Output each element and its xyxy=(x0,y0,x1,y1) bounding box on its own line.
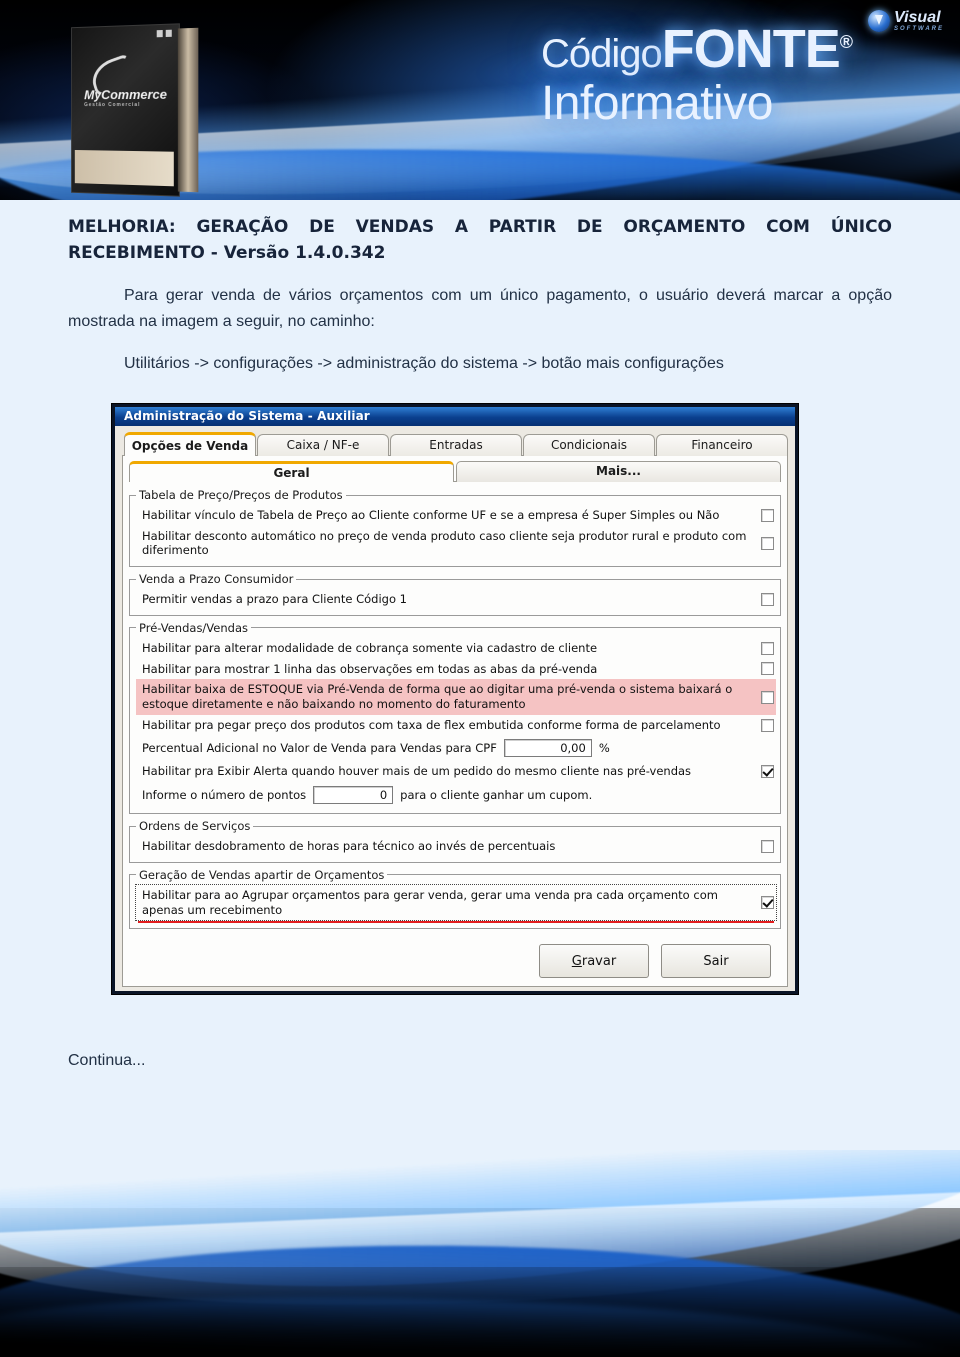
label-percentual-adicional: Percentual Adicional no Valor de Venda p… xyxy=(142,741,497,756)
tab-financeiro[interactable]: Financeiro xyxy=(656,434,788,456)
tab-panel-opcoes-de-venda: Geral Mais... Tabela de Preço/Preços de … xyxy=(122,455,788,988)
tab-caixa-nfe[interactable]: Caixa / NF-e xyxy=(257,434,389,456)
admin-system-dialog: Administração do Sistema - Auxiliar Opçõ… xyxy=(112,404,798,994)
group-legend-ordens-servicos: Ordens de Serviços xyxy=(139,819,251,834)
visual-logo-text: Visual SOFTWARE xyxy=(894,9,944,33)
group-legend-geracao-vendas: Geração de Vendas apartir de Orçamentos xyxy=(139,867,385,882)
product-box-title: MyCommerce Gestão Comercial xyxy=(84,87,167,108)
group-legend-venda-a-prazo: Venda a Prazo Consumidor xyxy=(139,572,294,587)
option-row-focused[interactable]: Habilitar para ao Agrupar orçamentos par… xyxy=(135,883,777,922)
path-paragraph: Utilitários -> configurações -> administ… xyxy=(68,351,892,377)
footer-dark-overlay xyxy=(0,1267,960,1357)
group-ordens-de-servicos: Ordens de Serviços Habilitar desdobramen… xyxy=(129,819,781,863)
subtab-mais[interactable]: Mais... xyxy=(456,461,781,482)
label-informe-pontos: Informe o número de pontos xyxy=(142,788,307,803)
option-label-vinculo-tabela-preco: Habilitar vínculo de Tabela de Preço ao … xyxy=(142,508,720,522)
input-percentual-adicional[interactable]: 0,00 xyxy=(503,739,592,758)
dialog-body: Opções de Venda Caixa / NF-e Entradas Co… xyxy=(115,426,795,988)
tab-bar: Opções de Venda Caixa / NF-e Entradas Co… xyxy=(122,432,788,457)
option-label-desdobramento-horas: Habilitar desdobramento de horas para té… xyxy=(142,839,556,854)
save-button[interactable]: Gravar xyxy=(539,944,649,979)
option-label-vendas-prazo-cliente1: Permitir vendas a prazo para Cliente Cód… xyxy=(142,592,407,607)
product-box-subtitle: Gestão Comercial xyxy=(84,101,141,109)
checkbox-vinculo-tabela-preco[interactable] xyxy=(761,508,774,522)
group-venda-a-prazo-consumidor: Venda a Prazo Consumidor Permitir vendas… xyxy=(129,572,781,616)
red-underline-marker xyxy=(138,921,774,924)
checkbox-vendas-prazo-cliente1[interactable] xyxy=(761,593,774,607)
checkbox-exibir-alerta[interactable] xyxy=(761,765,774,779)
dialog-title-bar: Administração do Sistema - Auxiliar xyxy=(115,407,795,426)
option-row[interactable]: Permitir vendas a prazo para Cliente Cód… xyxy=(136,589,776,610)
save-button-accel: G xyxy=(571,953,582,969)
product-box-image: MyCommerce Gestão Comercial xyxy=(71,23,199,198)
input-numero-pontos[interactable]: 0 xyxy=(313,786,394,805)
option-row-highlighted[interactable]: Habilitar baixa de ESTOQUE via Pré-Venda… xyxy=(136,679,776,715)
checkbox-agrupar-orcamentos[interactable] xyxy=(761,896,774,910)
option-row[interactable]: Habilitar para mostrar 1 linha das obser… xyxy=(136,659,776,680)
dialog-button-row: Gravar Sair xyxy=(129,934,781,979)
group-tabela-de-preco: Tabela de Preço/Preços de Produtos Habil… xyxy=(129,488,781,568)
path-paragraph-text: Utilitários -> configurações -> administ… xyxy=(124,354,724,372)
option-row[interactable]: Habilitar vínculo de Tabela de Preço ao … xyxy=(136,505,776,526)
visual-logo-subtext: SOFTWARE xyxy=(894,26,944,32)
save-button-label: ravar xyxy=(581,953,617,969)
tab-entradas[interactable]: Entradas xyxy=(390,434,522,456)
group-pre-vendas-vendas: Pré-Vendas/Vendas Habilitar para alterar… xyxy=(129,620,781,815)
subtab-geral[interactable]: Geral xyxy=(129,461,454,482)
label-percent-suffix: % xyxy=(598,741,610,756)
checkbox-desdobramento-horas[interactable] xyxy=(761,840,774,854)
product-box-spine xyxy=(177,27,199,193)
checkbox-mostrar-observacoes[interactable] xyxy=(761,662,774,676)
option-row[interactable]: Habilitar para alterar modalidade de cob… xyxy=(136,638,776,659)
visual-orb-icon xyxy=(868,10,890,32)
subtab-bar: Geral Mais... xyxy=(129,461,781,482)
intro-paragraph: Para gerar venda de vários orçamentos co… xyxy=(68,283,892,335)
subtab-panel-geral: Tabela de Preço/Preços de Produtos Habil… xyxy=(129,481,781,979)
visual-logo-name: Visual xyxy=(894,9,941,26)
product-box-dots-icon xyxy=(156,29,172,38)
option-label-baixa-estoque: Habilitar baixa de ESTOQUE via Pré-Venda… xyxy=(142,682,733,712)
points-field-row: Informe o número de pontos 0 para o clie… xyxy=(136,782,776,808)
option-row[interactable]: Habilitar pra pegar preço dos produtos c… xyxy=(136,715,776,736)
footer-banner xyxy=(0,1150,960,1357)
checkbox-baixa-estoque[interactable] xyxy=(761,690,774,704)
checkbox-desconto-automatico[interactable] xyxy=(761,536,774,550)
document-body: MELHORIA: GERAÇÃO DE VENDAS A PARTIR DE … xyxy=(0,200,960,376)
header-banner: MyCommerce Gestão Comercial CódigoFONTE®… xyxy=(0,0,960,200)
label-pontos-sufixo: para o cliente ganhar um cupom. xyxy=(400,788,593,803)
option-label-taxa-flex: Habilitar pra pegar preço dos produtos c… xyxy=(142,717,721,732)
tab-opcoes-de-venda[interactable]: Opções de Venda xyxy=(124,432,256,457)
continua-note: Continua... xyxy=(68,1052,146,1069)
page-title: MELHORIA: GERAÇÃO DE VENDAS A PARTIR DE … xyxy=(68,217,892,264)
tab-condicionais[interactable]: Condicionais xyxy=(523,434,655,456)
group-legend-pre-vendas: Pré-Vendas/Vendas xyxy=(139,620,248,635)
exit-button[interactable]: Sair xyxy=(661,944,771,979)
product-box-bottom-bar xyxy=(74,149,174,187)
option-label-desconto-automatico: Habilitar desconto automático no preço d… xyxy=(142,528,747,558)
percent-field-row: Percentual Adicional no Valor de Venda p… xyxy=(136,735,776,761)
group-geracao-vendas-orcamentos: Geração de Vendas apartir de Orçamentos … xyxy=(129,867,781,930)
option-row[interactable]: Habilitar desdobramento de horas para té… xyxy=(136,836,776,857)
visual-software-logo: Visual SOFTWARE xyxy=(868,10,944,32)
option-label-mostrar-observacoes: Habilitar para mostrar 1 linha das obser… xyxy=(142,661,598,676)
option-row[interactable]: Habilitar pra Exibir Alerta quando houve… xyxy=(136,761,776,782)
option-label-modalidade-cobranca: Habilitar para alterar modalidade de cob… xyxy=(142,640,598,655)
checkbox-taxa-flex[interactable] xyxy=(761,718,774,732)
checkbox-modalidade-cobranca[interactable] xyxy=(761,641,774,655)
option-row[interactable]: Habilitar desconto automático no preço d… xyxy=(136,526,776,561)
option-label-agrupar-orcamentos: Habilitar para ao Agrupar orçamentos par… xyxy=(142,887,718,917)
intro-paragraph-text: Para gerar venda de vários orçamentos co… xyxy=(68,286,892,330)
product-box-name: MyCommerce xyxy=(84,86,168,103)
option-label-exibir-alerta: Habilitar pra Exibir Alerta quando houve… xyxy=(142,764,692,779)
group-legend-tabela-de-preco: Tabela de Preço/Preços de Produtos xyxy=(139,488,343,502)
